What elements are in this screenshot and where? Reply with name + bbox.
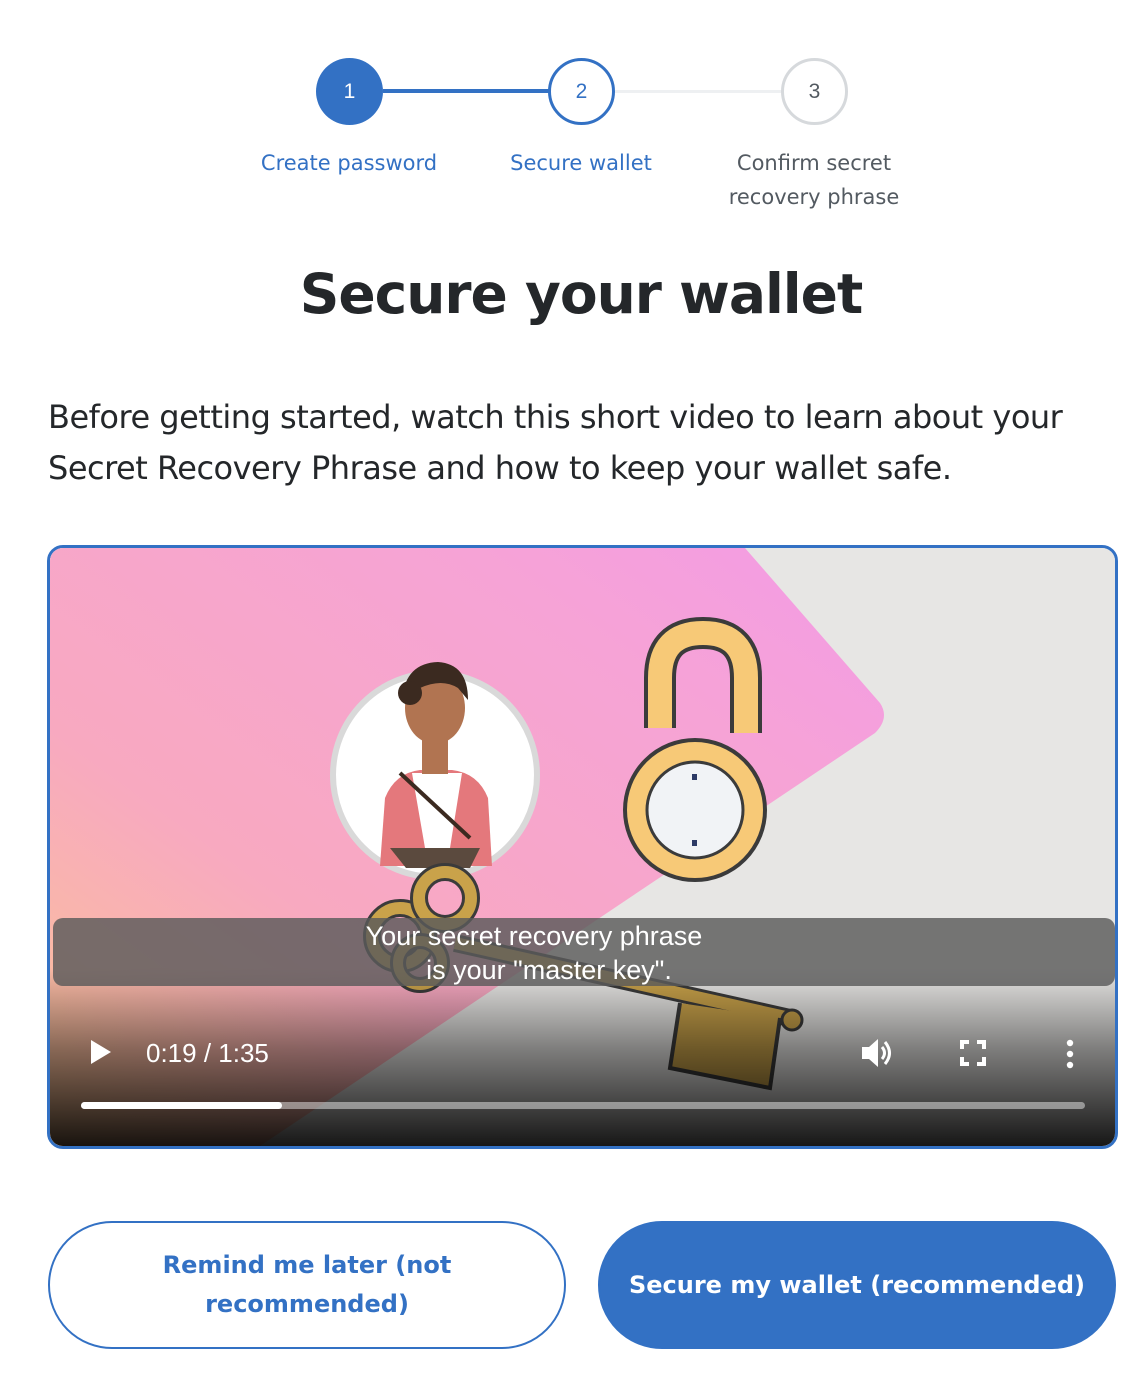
step-1-label: Create password <box>260 151 438 175</box>
caption-line-1: Your secret recovery phrase <box>365 921 703 951</box>
step-3-label: Confirm secret recovery phrase <box>728 151 900 209</box>
secure-wallet-label: Secure my wallet (recommended) <box>628 1270 1086 1299</box>
step-connector-upcoming <box>615 90 781 93</box>
caption-line-2: is your "master key". <box>426 955 672 985</box>
step-2-circle: 2 <box>548 58 615 125</box>
video-player[interactable]: Your secret recovery phrase is your "mas… <box>47 545 1118 1149</box>
page-title: Secure your wallet <box>299 262 864 326</box>
video-caption: Your secret recovery phrase is your "mas… <box>53 918 1115 986</box>
volume-icon[interactable] <box>860 1036 896 1070</box>
page-description: Before getting started, watch this short… <box>48 398 1063 487</box>
progress-stepper: 1 2 3 Create password Secure wallet Conf… <box>0 0 1148 230</box>
video-time-display: 0:19 / 1:35 <box>146 1038 269 1068</box>
fullscreen-icon[interactable] <box>960 1040 986 1066</box>
step-connector-complete <box>383 89 549 93</box>
remind-later-label: Remind me later (not recommended) <box>162 1251 452 1318</box>
video-progress-bar[interactable] <box>81 1102 1085 1109</box>
video-progress-fill <box>81 1102 282 1109</box>
secure-wallet-button[interactable]: Secure my wallet (recommended) <box>598 1221 1116 1349</box>
remind-later-button[interactable]: Remind me later (not recommended) <box>48 1221 566 1349</box>
step-3-circle: 3 <box>781 58 848 125</box>
step-1-circle: 1 <box>316 58 383 125</box>
step-2-label: Secure wallet <box>510 151 652 175</box>
more-options-icon[interactable] <box>1060 1038 1080 1070</box>
play-icon[interactable] <box>88 1038 114 1066</box>
